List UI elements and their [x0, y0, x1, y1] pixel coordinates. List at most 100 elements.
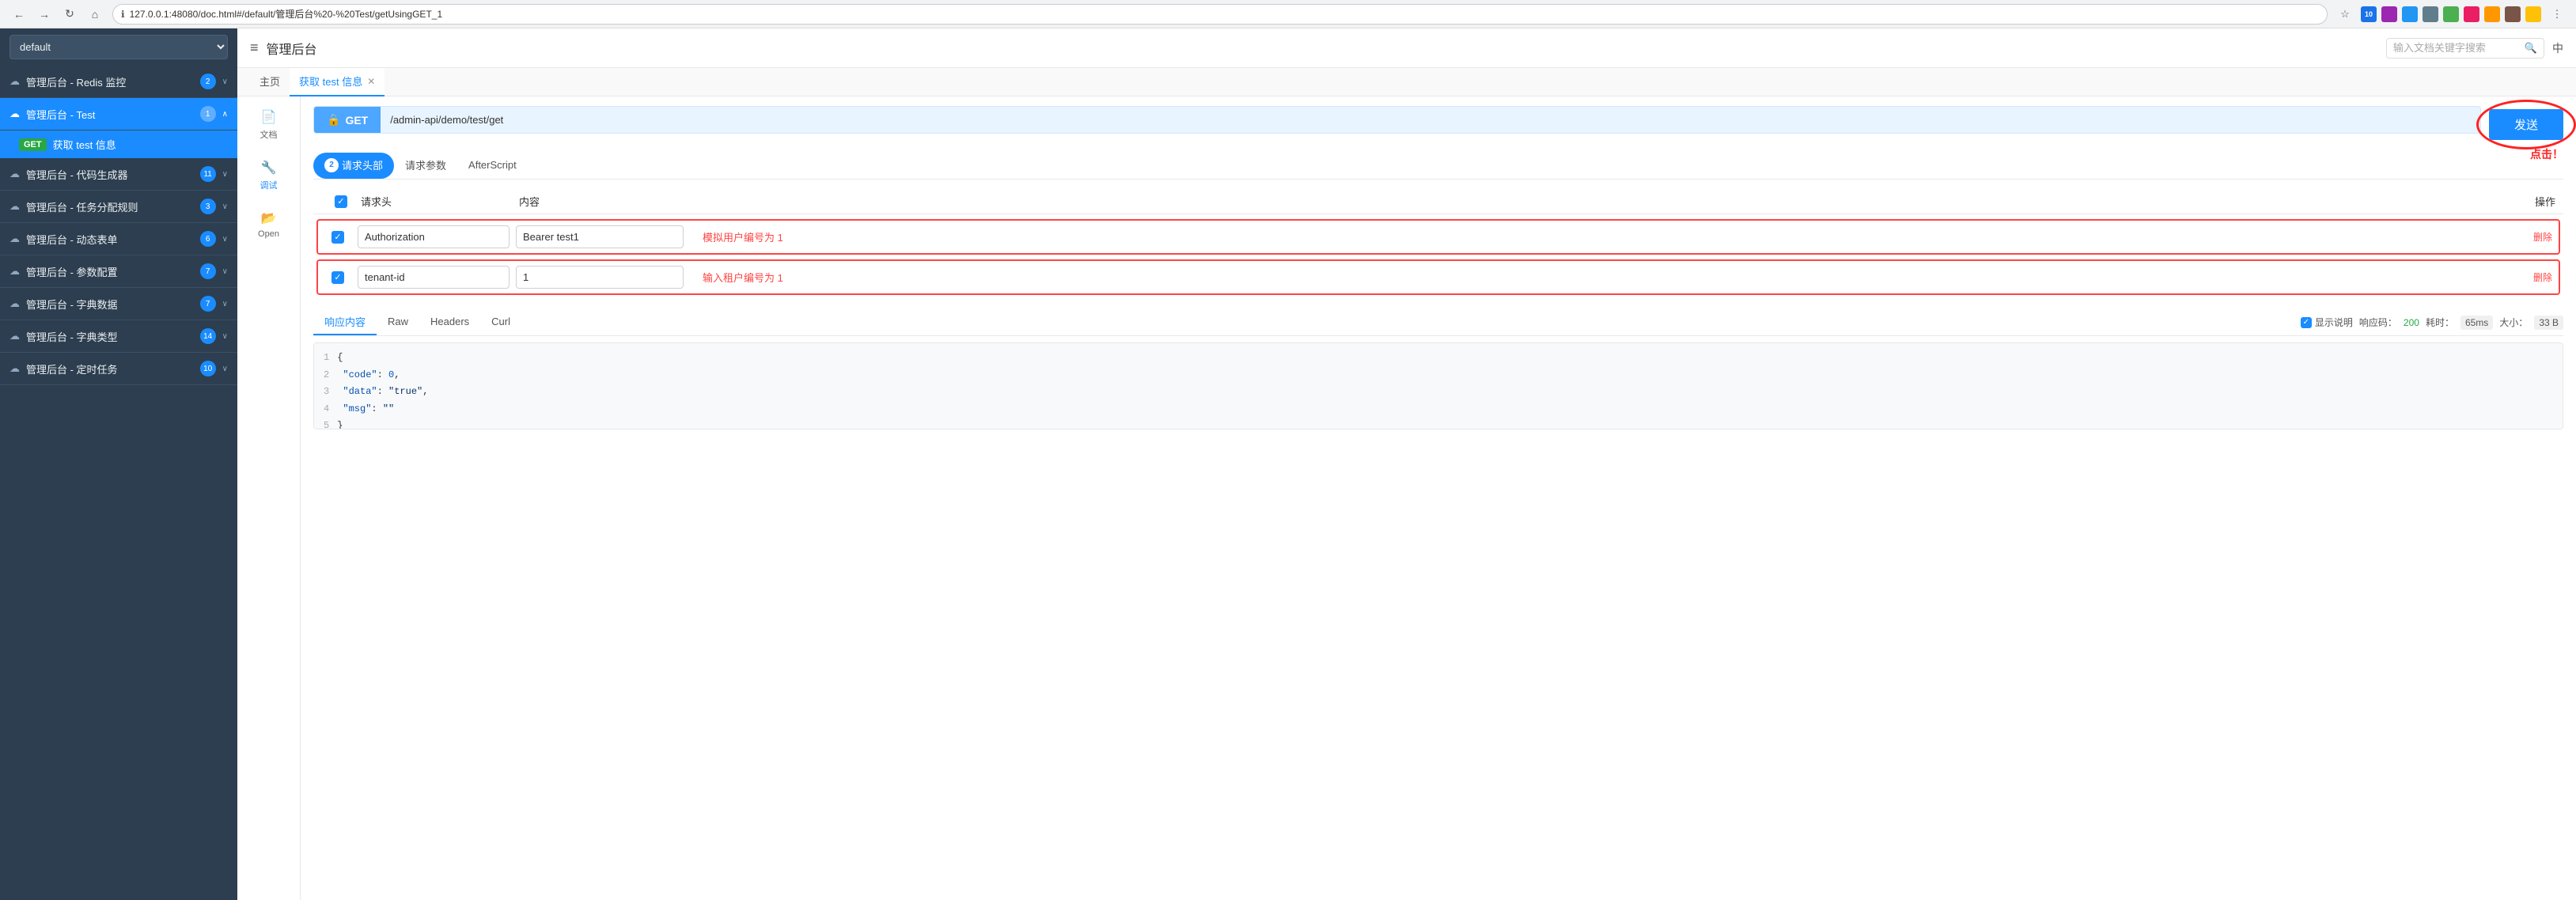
json-line-5: 5} [324, 418, 2553, 429]
sidebar-label: 管理后台 - 字典类型 [26, 329, 194, 344]
sidebar-item-schedtask[interactable]: ☁ 管理后台 - 定时任务 10 ∨ [0, 353, 237, 385]
sidebar-label: 管理后台 - 代码生成器 [26, 167, 194, 182]
doc-icon: 📄 [261, 109, 277, 125]
tenant-checkbox-cell: ✓ [324, 271, 351, 284]
left-panel-doc[interactable]: 📄 文档 [260, 109, 278, 141]
ext4-icon[interactable] [2443, 6, 2459, 22]
sidebar-label: 管理后台 - Redis 监控 [26, 74, 194, 89]
json-line-3: 3 "data": "true", [324, 384, 2553, 401]
url-text: 127.0.0.1:48080/doc.html#/default/管理后台%2… [130, 7, 443, 21]
headers-section: ✓ 请求头 内容 操作 ✓ [313, 189, 2563, 300]
tenant-checkbox[interactable]: ✓ [331, 271, 344, 284]
home-button[interactable]: ⌂ [84, 3, 106, 25]
response-tabs: 响应内容 Raw Headers Curl ✓ 显示说明 响应码： 200 耗时… [313, 309, 2563, 336]
col-check-header: ✓ [321, 195, 361, 208]
sidebar-item-dictdata[interactable]: ☁ 管理后台 - 字典数据 7 ∨ [0, 288, 237, 320]
sidebar-label: 管理后台 - Test [26, 107, 194, 122]
search-bar[interactable]: 🔍 [2386, 38, 2544, 59]
cloud-icon: ☁ [9, 330, 20, 342]
lang-button[interactable]: 中 [2552, 40, 2563, 56]
col-action-header: 操作 [2508, 194, 2555, 209]
browser-actions: ☆ 10 ⋮ [2334, 3, 2568, 25]
chevron-down-icon: ∨ [222, 365, 228, 373]
api-method-badge: 🔒 GET [314, 107, 381, 133]
table-header: ✓ 请求头 内容 操作 [313, 189, 2563, 214]
sub-tab-afterscript[interactable]: AfterScript [457, 154, 528, 177]
ext6-icon[interactable] [2484, 6, 2500, 22]
browser-chrome: ← → ↻ ⌂ ℹ 127.0.0.1:48080/doc.html#/defa… [0, 0, 2576, 28]
sidebar-item-codegen[interactable]: ☁ 管理后台 - 代码生成器 11 ∨ [0, 158, 237, 191]
tenant-value-input[interactable] [516, 266, 684, 289]
left-panel-debug[interactable]: 🔧 调试 [260, 160, 278, 191]
auth-checkbox[interactable]: ✓ [331, 231, 344, 244]
more-button[interactable]: ⋮ [2546, 3, 2568, 25]
debug-label: 调试 [260, 179, 278, 191]
menu-icon[interactable]: ≡ [250, 40, 259, 56]
auth-value-input[interactable] [516, 225, 684, 248]
reload-button[interactable]: ↻ [59, 3, 81, 25]
tab-home[interactable]: 主页 [250, 68, 290, 96]
sidebar-item-redis[interactable]: ☁ 管理后台 - Redis 监控 2 ∨ [0, 66, 237, 98]
auth-key-input[interactable] [358, 225, 510, 248]
send-button[interactable]: 发送 [2489, 109, 2563, 140]
ext8-icon[interactable] [2525, 6, 2541, 22]
debug-icon: 🔧 [261, 160, 277, 176]
sidebar-item-test[interactable]: ☁ 管理后台 - Test 1 ∧ [0, 98, 237, 130]
sub-tab-request-params[interactable]: 请求参数 [394, 153, 457, 179]
tenant-key-cell [358, 266, 510, 289]
response-tab-raw[interactable]: Raw [377, 311, 419, 334]
sidebar-label: 管理后台 - 字典数据 [26, 297, 194, 312]
sidebar-badge: 6 [200, 231, 216, 247]
sidebar-item-params[interactable]: ☁ 管理后台 - 参数配置 7 ∨ [0, 255, 237, 288]
left-panel: 📄 文档 🔧 调试 📂 Open [237, 96, 301, 900]
tab-home-label: 主页 [259, 74, 280, 89]
back-button[interactable]: ← [8, 3, 30, 25]
sidebar-item-dicttype[interactable]: ☁ 管理后台 - 字典类型 14 ∨ [0, 320, 237, 353]
sidebar-item-taskrules[interactable]: ☁ 管理后台 - 任务分配规则 3 ∨ [0, 191, 237, 223]
show-desc-toggle[interactable]: ✓ 显示说明 [2301, 316, 2353, 329]
line-num: 5 [324, 420, 329, 429]
sub-tabs: 2 请求头部 请求参数 AfterScript [313, 153, 2563, 180]
left-panel-open[interactable]: 📂 Open [258, 210, 279, 239]
address-bar[interactable]: ℹ 127.0.0.1:48080/doc.html#/default/管理后台… [112, 4, 2328, 25]
status-label: 响应码： [2359, 316, 2397, 329]
tenant-hint: 输入租户编号为 1 [696, 272, 783, 284]
response-time: 65ms [2460, 316, 2493, 330]
sidebar-subitem-get-test[interactable]: GET 获取 test 信息 [0, 130, 237, 158]
bookmark-button[interactable]: ☆ [2334, 3, 2356, 25]
ext2-icon[interactable] [2402, 6, 2418, 22]
sidebar-item-dynamicform[interactable]: ☁ 管理后台 - 动态表单 6 ∨ [0, 223, 237, 255]
tab-test-info[interactable]: 获取 test 信息 ✕ [290, 68, 385, 96]
sidebar-badge: 11 [200, 166, 216, 182]
json-line-2: 2 "code": 0, [324, 367, 2553, 384]
search-input[interactable] [2393, 42, 2520, 54]
chevron-down-icon: ∨ [222, 78, 228, 86]
cloud-icon: ☁ [9, 108, 20, 120]
auth-delete-button[interactable]: 删除 [2533, 230, 2552, 244]
select-all-checkbox[interactable]: ✓ [335, 195, 347, 208]
top-header: ≡ 管理后台 🔍 中 [237, 28, 2576, 68]
send-area: 发送 点击！ [2489, 109, 2563, 140]
ext7-icon[interactable] [2505, 6, 2521, 22]
response-tab-curl[interactable]: Curl [480, 311, 521, 334]
line-num: 4 [324, 403, 329, 414]
ext3-icon[interactable] [2423, 6, 2438, 22]
line-num: 3 [324, 386, 329, 397]
sidebar-select[interactable]: default [9, 35, 228, 59]
ext5-icon[interactable] [2464, 6, 2479, 22]
response-tab-body[interactable]: 响应内容 [313, 309, 377, 335]
tabs-bar: 主页 获取 test 信息 ✕ [237, 68, 2576, 96]
tenant-delete-button[interactable]: 删除 [2533, 270, 2552, 284]
sidebar-badge: 7 [200, 263, 216, 279]
tab-close-icon[interactable]: ✕ [367, 76, 375, 87]
sub-tab-request-headers[interactable]: 2 请求头部 [313, 153, 394, 179]
forward-button[interactable]: → [33, 3, 55, 25]
search-icon: 🔍 [2525, 42, 2537, 55]
ext1-icon[interactable] [2381, 6, 2397, 22]
response-tab-headers[interactable]: Headers [419, 311, 480, 334]
tenant-key-input[interactable] [358, 266, 510, 289]
status-code: 200 [2404, 317, 2419, 328]
open-label: Open [258, 229, 279, 239]
method-badge: GET [19, 138, 47, 151]
show-desc-checkbox[interactable]: ✓ [2301, 317, 2312, 328]
